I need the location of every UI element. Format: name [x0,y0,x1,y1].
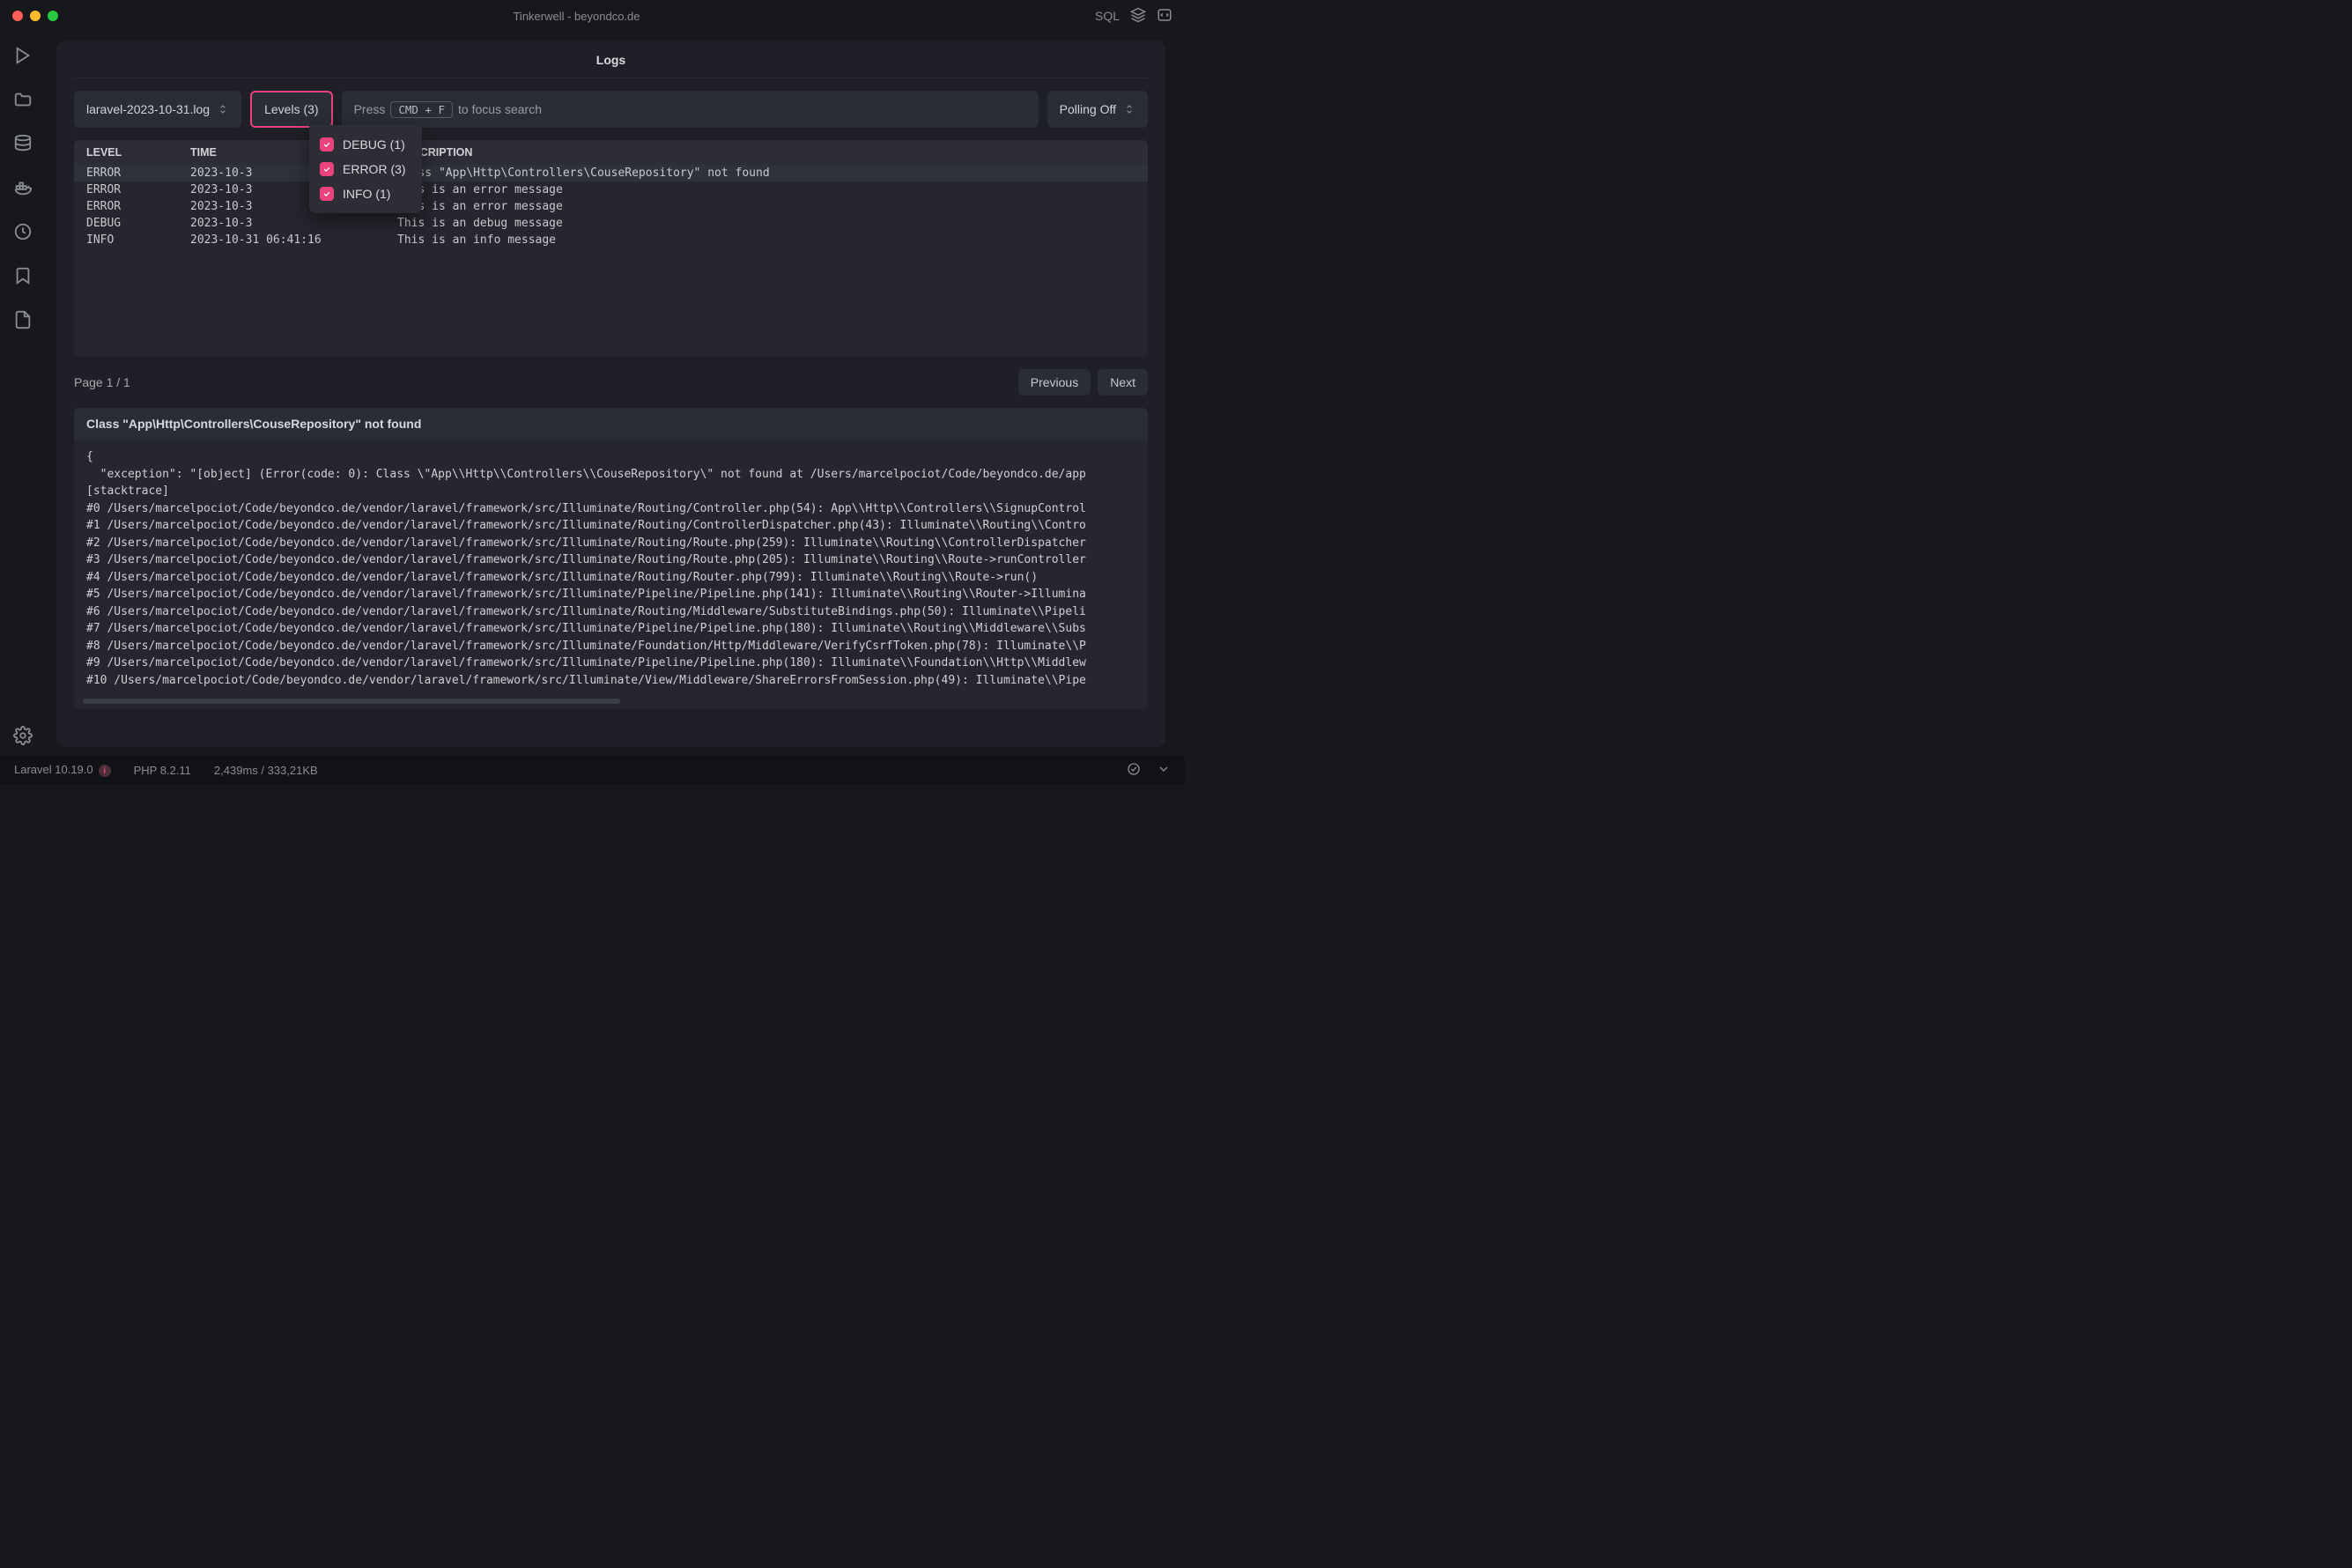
titlebar: Tinkerwell - beyondco.de SQL [0,0,1185,32]
window-controls [12,11,58,21]
logs-toolbar: laravel-2023-10-31.log Levels (3) Press … [56,78,1165,128]
checkbox-checked-icon [320,187,334,201]
table-row[interactable]: ERROR2023-10-3Class "App\Http\Controller… [74,165,1148,181]
run-icon[interactable] [13,46,33,65]
code-block-icon[interactable] [1157,7,1172,26]
cell-time: 2023-10-3 [190,217,397,230]
table-row[interactable]: INFO2023-10-31 06:41:16This is an info m… [74,232,1148,248]
docker-icon[interactable] [13,178,33,197]
settings-icon[interactable] [13,726,33,745]
cell-desc: This is an error message [397,200,1135,213]
levels-option[interactable]: INFO (1) [318,181,413,206]
levels-option-label: INFO (1) [343,187,390,201]
sidebar [0,32,46,756]
close-window-button[interactable] [12,11,23,21]
log-detail: Class "App\Http\Controllers\CouseReposit… [74,408,1148,709]
horizontal-scrollbar[interactable] [83,699,620,704]
window-title: Tinkerwell - beyondco.de [58,10,1095,23]
table-row[interactable]: ERROR2023-10-3This is an error message [74,198,1148,215]
document-icon[interactable] [13,310,33,329]
pagination: Page 1 / 1 Previous Next [56,357,1165,396]
search-hint-suffix: to focus search [458,102,542,116]
cell-level: ERROR [86,200,190,213]
cell-desc: This is an error message [397,183,1135,196]
polling-toggle[interactable]: Polling Off [1047,91,1148,128]
table-row[interactable]: ERROR2023-10-3This is an error message [74,181,1148,198]
cell-level: DEBUG [86,217,190,230]
levels-label: Levels (3) [264,102,318,116]
cell-level: ERROR [86,183,190,196]
status-bar: Laravel 10.19.0i PHP 8.2.11 2,439ms / 33… [0,756,1185,784]
search-field[interactable]: Press CMD + F to focus search [342,91,1039,128]
minimize-window-button[interactable] [30,11,41,21]
database-icon[interactable] [13,134,33,153]
checkbox-checked-icon [320,162,334,176]
detail-body[interactable]: { "exception": "[object] (Error(code: 0)… [74,440,1148,695]
folder-icon[interactable] [13,90,33,109]
log-table: LEVEL TIME DESCRIPTION ERROR2023-10-3Cla… [74,140,1148,357]
next-button[interactable]: Next [1098,369,1148,396]
page-label: Page 1 / 1 [74,375,130,389]
search-kbd: CMD + F [390,101,453,118]
levels-option[interactable]: ERROR (3) [318,157,413,181]
previous-button[interactable]: Previous [1018,369,1091,396]
cell-level: INFO [86,233,190,247]
checkbox-checked-icon [320,137,334,152]
log-file-label: laravel-2023-10-31.log [86,102,210,116]
bookmark-icon[interactable] [13,266,33,285]
table-header: LEVEL TIME DESCRIPTION [74,140,1148,165]
cell-desc: This is an info message [397,233,1135,247]
logs-card: Logs laravel-2023-10-31.log Levels (3) P… [56,41,1165,747]
sql-button[interactable]: SQL [1095,9,1120,23]
log-file-selector[interactable]: laravel-2023-10-31.log [74,91,241,128]
status-perf: 2,439ms / 333,21KB [214,764,318,777]
levels-option[interactable]: DEBUG (1) [318,132,413,157]
cell-time: 2023-10-31 06:41:16 [190,233,397,247]
maximize-window-button[interactable] [48,11,58,21]
levels-option-label: DEBUG (1) [343,137,405,152]
th-level: LEVEL [86,146,190,159]
clock-icon[interactable] [13,222,33,241]
table-row[interactable]: DEBUG2023-10-3This is an debug message [74,215,1148,232]
info-badge-icon[interactable]: i [99,765,111,777]
chevron-down-icon[interactable] [1157,762,1171,779]
levels-option-label: ERROR (3) [343,162,406,176]
cell-level: ERROR [86,166,190,180]
search-hint-prefix: Press [354,102,386,116]
th-desc: DESCRIPTION [397,146,1135,159]
polling-label: Polling Off [1060,102,1116,116]
levels-dropdown: DEBUG (1) ERROR (3) INFO (1) [309,125,422,213]
card-title: Logs [74,41,1148,78]
cell-desc: Class "App\Http\Controllers\CouseReposit… [397,166,1135,180]
levels-filter-button[interactable]: Levels (3) [250,91,332,128]
cell-desc: This is an debug message [397,217,1135,230]
status-check-icon[interactable] [1127,762,1141,779]
layers-icon[interactable] [1130,7,1146,26]
status-framework: Laravel 10.19.0i [14,763,111,778]
detail-title: Class "App\Http\Controllers\CouseReposit… [74,408,1148,440]
status-php: PHP 8.2.11 [134,764,191,777]
